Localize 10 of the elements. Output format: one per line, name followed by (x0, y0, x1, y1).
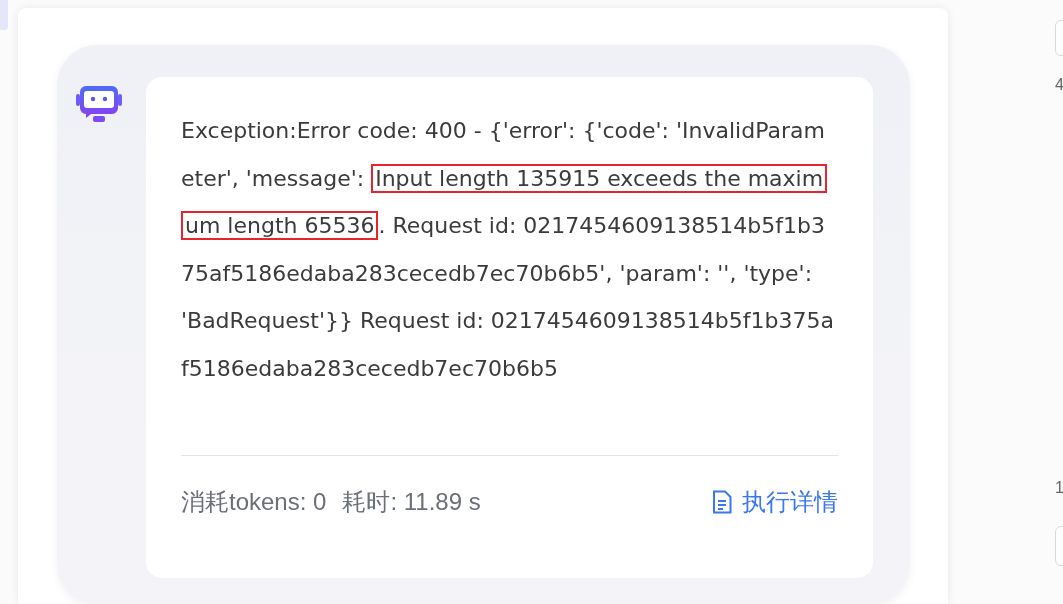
error-message: Exception:Error code: 400 - {'error': {'code': 'InvalidParameter', 'message': Input length 135915 exceeds the maximum length 65536 . Request id: 0217454609138514b5f1b375af5186edaba283cecedb7ec70b6b5', 'param': '', 'type': 'BadRequest'}} Request id: 0217454609138514b5f1b375af5186edaba283cecedb7ec70b6b5 (181, 117, 835, 383)
input-field[interactable] (1055, 526, 1063, 566)
document-icon (712, 489, 732, 514)
input-field[interactable] (1055, 20, 1063, 56)
details-link[interactable]: 执行详情 (712, 483, 838, 520)
count-label: 1 (1055, 478, 1063, 498)
tokens-label: 消耗tokens: 0 (181, 486, 327, 517)
duration-label: 耗时: 11.89 s (342, 486, 481, 517)
robot-icon (75, 86, 123, 124)
count-label: 4 (1055, 75, 1063, 95)
